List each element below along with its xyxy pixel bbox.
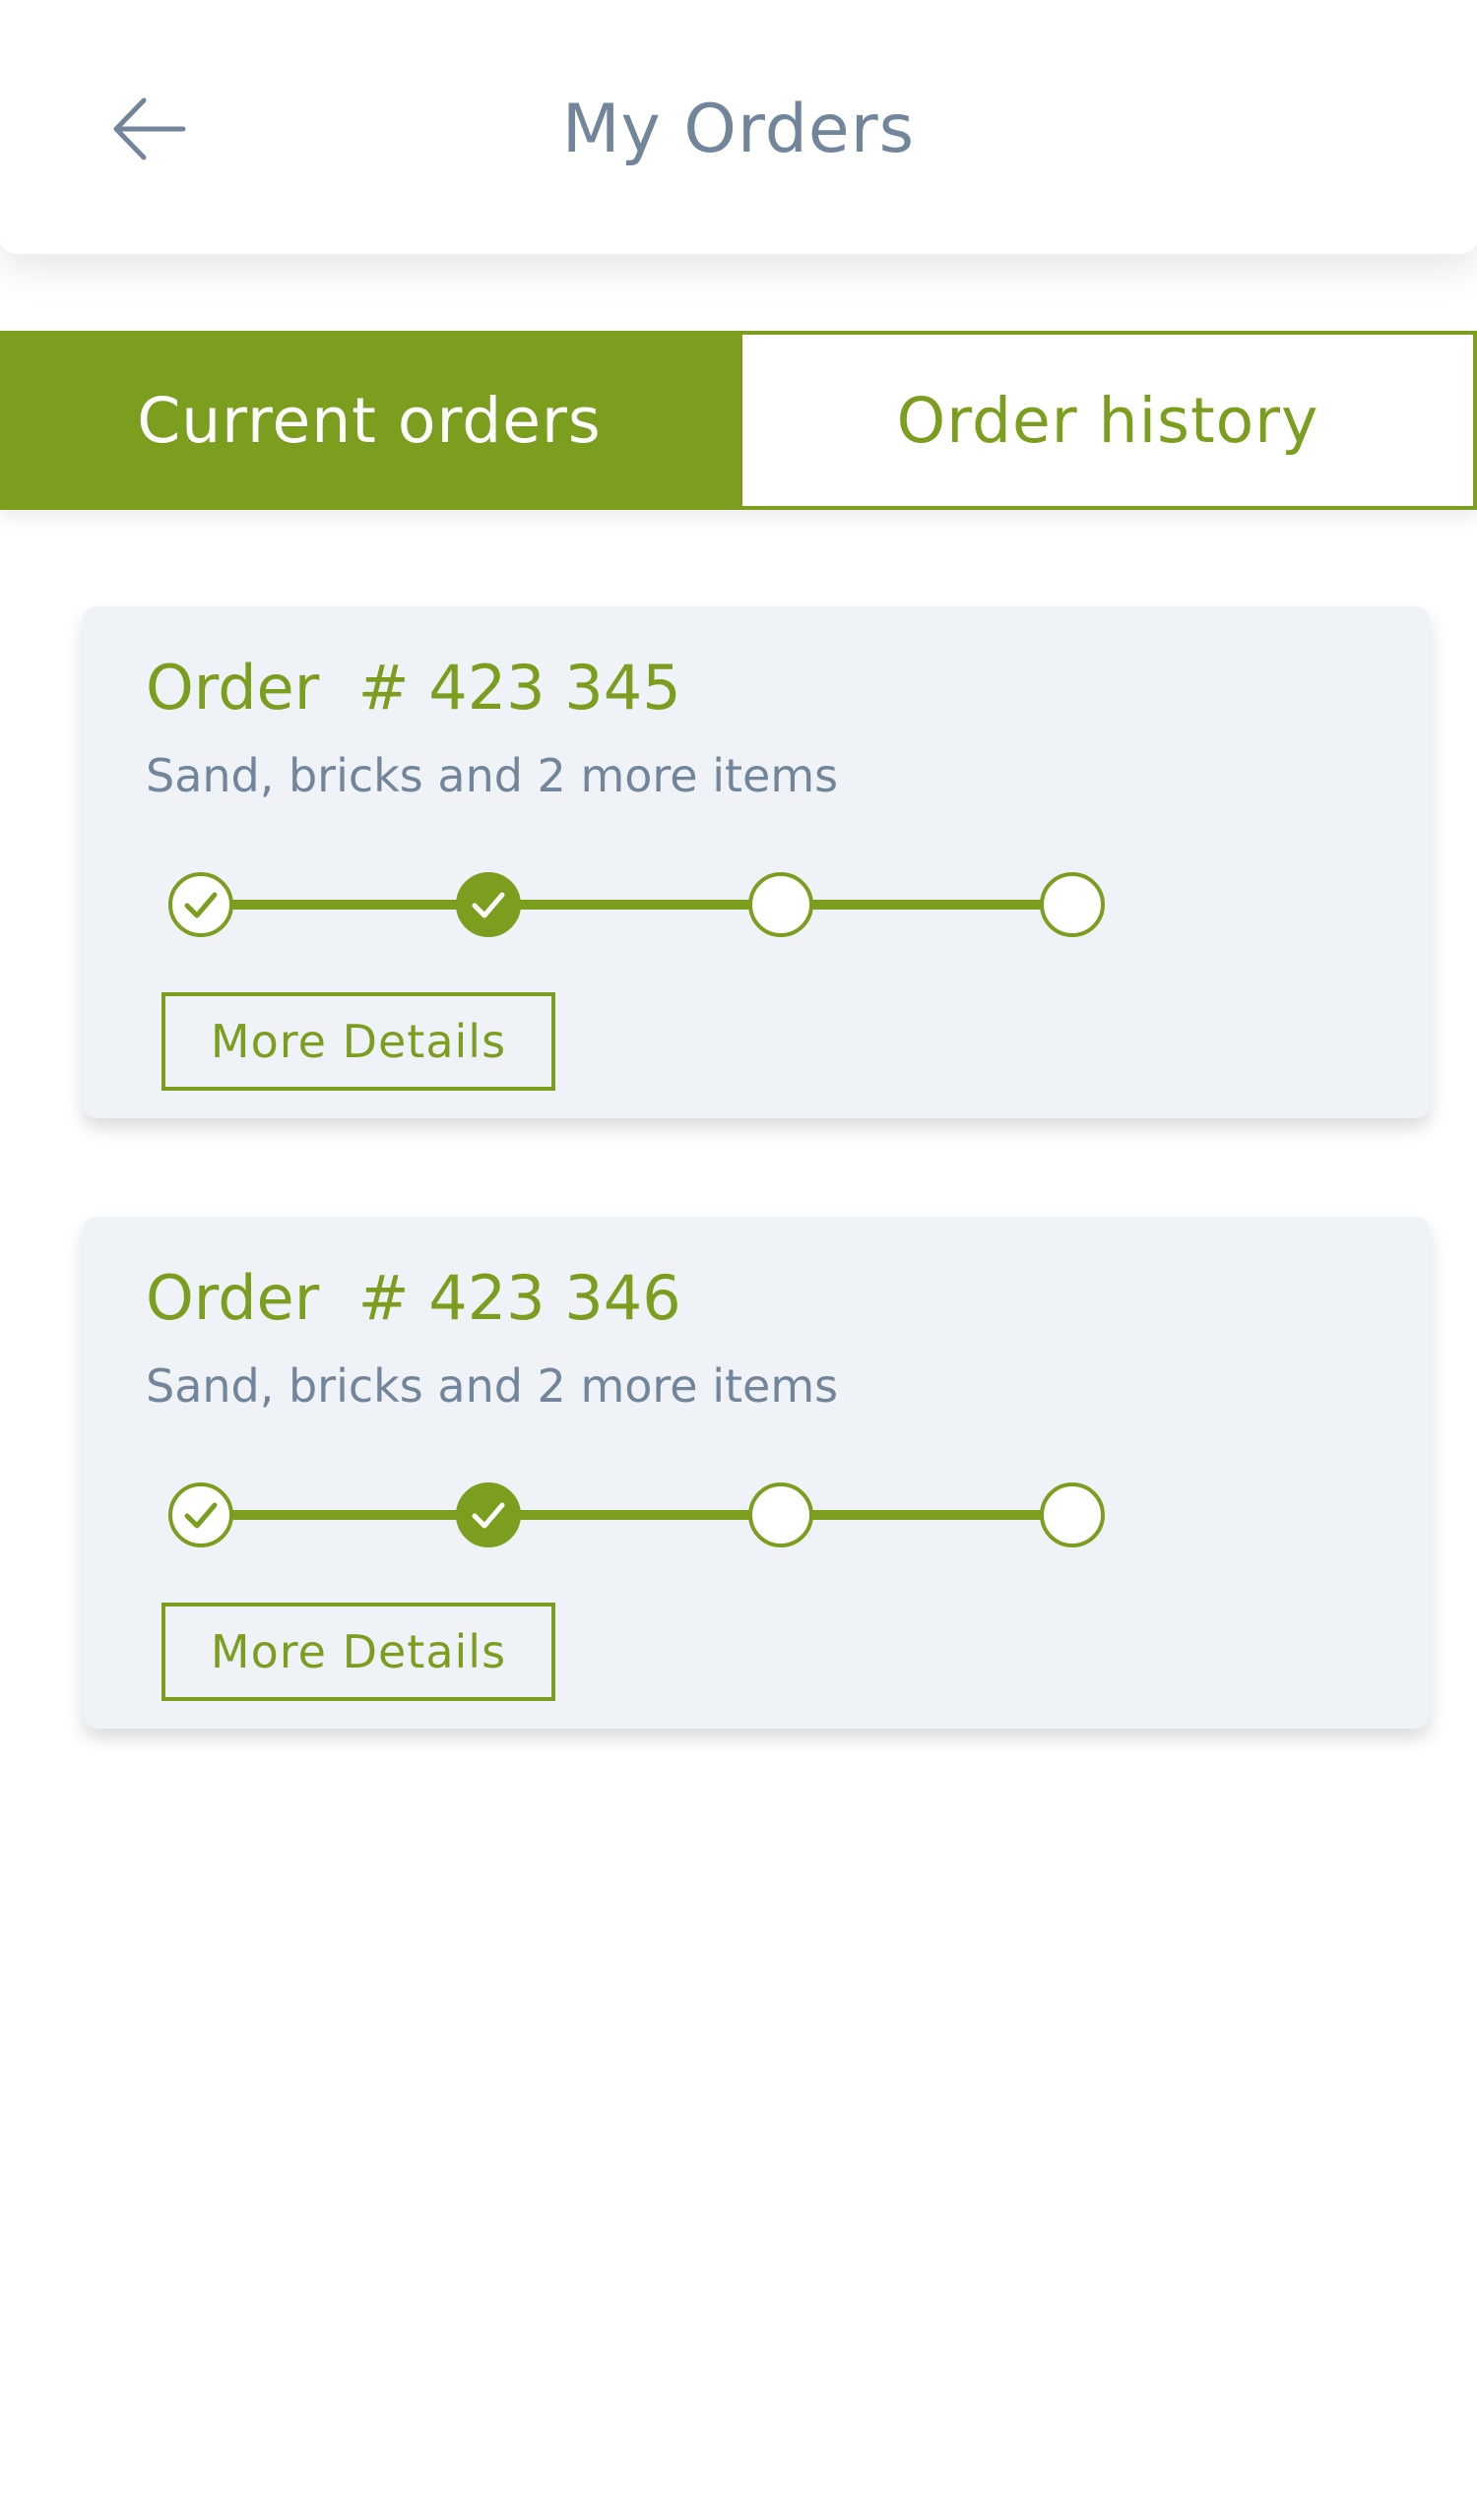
order-title: Order # 423 345 <box>146 652 681 724</box>
more-details-button[interactable]: More Details <box>161 1603 555 1701</box>
order-title: Order # 423 346 <box>146 1262 681 1334</box>
order-progress-tracker <box>168 1482 1105 1547</box>
order-card: Order # 423 346 Sand, bricks and 2 more … <box>83 1217 1430 1729</box>
page-title: My Orders <box>561 91 916 168</box>
order-progress-tracker <box>168 872 1105 937</box>
progress-step-pending <box>1040 1482 1105 1547</box>
progress-step-pending <box>1040 872 1105 937</box>
app-header: My Orders <box>0 0 1477 254</box>
progress-step-pending <box>748 1482 813 1547</box>
progress-step-complete <box>168 1482 233 1547</box>
order-tabs: Current orders Order history <box>0 331 1477 510</box>
tab-current-orders[interactable]: Current orders <box>0 331 738 510</box>
order-items-summary: Sand, bricks and 2 more items <box>146 749 839 802</box>
progress-step-complete <box>168 872 233 937</box>
progress-step-pending <box>748 872 813 937</box>
order-items-summary: Sand, bricks and 2 more items <box>146 1359 839 1413</box>
progress-step-current <box>456 872 521 937</box>
more-details-button[interactable]: More Details <box>161 992 555 1091</box>
tab-order-history[interactable]: Order history <box>738 331 1477 510</box>
order-card: Order # 423 345 Sand, bricks and 2 more … <box>83 606 1430 1118</box>
progress-step-current <box>456 1482 521 1547</box>
